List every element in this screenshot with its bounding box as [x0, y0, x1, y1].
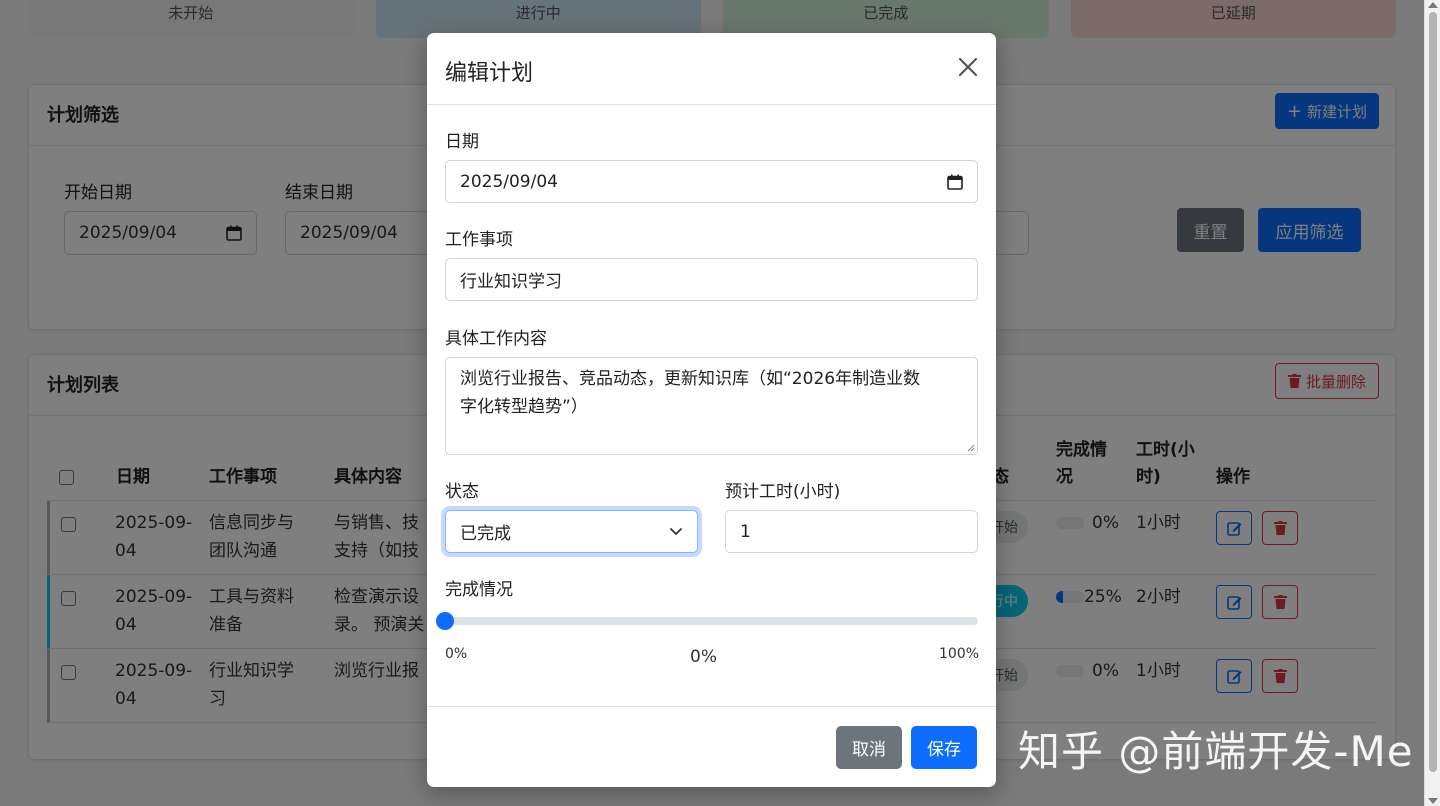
progress-slider-thumb[interactable] [436, 612, 454, 630]
progress-min-label: 0% [445, 646, 468, 662]
content-line1: 浏览行业报告、竞品动态，更新知识库（如“2026年制造业数 [460, 369, 921, 389]
page-scrollbar[interactable] [1424, 0, 1440, 806]
status-label: 状态 [445, 482, 479, 502]
hours-value: 1 [740, 521, 751, 542]
chevron-down-icon [669, 527, 683, 536]
date-input[interactable]: 2025/09/04 [445, 160, 978, 203]
cancel-button[interactable]: 取消 [836, 726, 902, 769]
save-button[interactable]: 保存 [911, 726, 977, 769]
close-icon[interactable] [954, 53, 982, 81]
item-value: 行业知识学习 [460, 272, 562, 292]
item-input[interactable]: 行业知识学习 [445, 258, 978, 301]
hours-label: 预计工时(小时) [725, 482, 841, 502]
edit-plan-dialog: 编辑计划 日期 2025/09/04 工作事项 行业知识学习 具体工作内容 浏览… [427, 33, 996, 787]
resize-handle-icon[interactable] [967, 444, 975, 452]
content-line2: 字化转型趋势”） [460, 397, 588, 417]
progress-current-label: 0% [690, 647, 717, 667]
content-textarea[interactable]: 浏览行业报告、竞品动态，更新知识库（如“2026年制造业数 字化转型趋势”） [445, 357, 978, 455]
watermark: 知乎 @前端开发-Me [1018, 727, 1414, 776]
scrollbar-thumb[interactable] [1429, 12, 1437, 772]
scroll-down-icon[interactable] [1428, 798, 1438, 804]
progress-label: 完成情况 [445, 580, 513, 600]
item-label: 工作事项 [445, 230, 513, 250]
progress-max-label: 100% [939, 646, 980, 662]
date-label: 日期 [445, 132, 479, 152]
modal-header: 编辑计划 [427, 33, 996, 105]
progress-slider[interactable] [436, 612, 978, 630]
modal-title: 编辑计划 [445, 61, 534, 86]
content-label: 具体工作内容 [445, 329, 547, 349]
status-value: 已完成 [460, 524, 511, 544]
status-select[interactable]: 已完成 [445, 510, 698, 553]
modal-footer: 取消 保存 [427, 706, 996, 787]
hours-input[interactable]: 1 [725, 510, 978, 553]
calendar-icon[interactable] [947, 174, 963, 190]
scroll-up-icon[interactable] [1428, 2, 1438, 8]
date-value: 2025/09/04 [460, 171, 558, 192]
